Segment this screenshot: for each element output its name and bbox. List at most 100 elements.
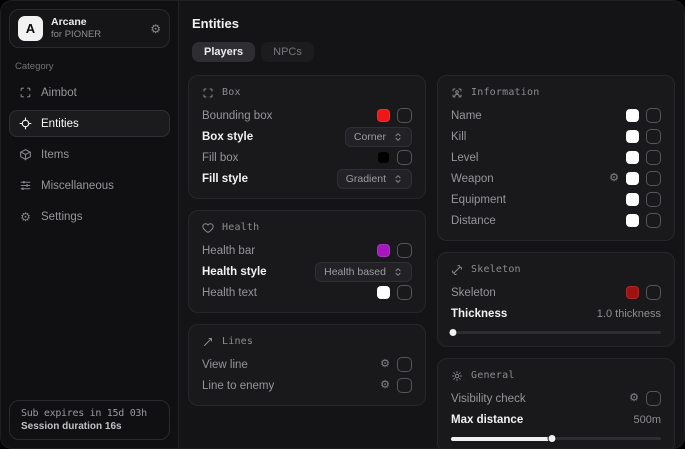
- color-swatch[interactable]: [377, 151, 390, 164]
- sidebar-item-label: Entities: [41, 118, 79, 130]
- health-bar-checkbox[interactable]: [397, 243, 412, 258]
- app-logo: A: [18, 16, 43, 41]
- equipment-checkbox[interactable]: [646, 192, 661, 207]
- sun-icon: [451, 370, 463, 382]
- person-scan-icon: [451, 87, 463, 99]
- tab-players[interactable]: Players: [192, 42, 255, 62]
- level-checkbox[interactable]: [646, 150, 661, 165]
- page-title: Entities: [192, 16, 675, 31]
- thickness-value: 1.0 thickness: [597, 308, 661, 320]
- color-swatch[interactable]: [626, 109, 639, 122]
- distance-checkbox[interactable]: [646, 213, 661, 228]
- row-line-to-enemy: Line to enemy ⚙: [202, 375, 412, 396]
- target-icon: [19, 117, 32, 130]
- view-line-checkbox[interactable]: [397, 357, 412, 372]
- sidebar-nav: Aimbot Entities Items Miscellaneous: [9, 79, 170, 230]
- diagonal-line-icon: [202, 336, 214, 348]
- row-visibility-check: Visibility check ⚙: [451, 388, 661, 409]
- row-max-distance: Max distance 500m: [451, 409, 661, 430]
- card-lines: Lines View line ⚙ Line to enemy ⚙: [188, 324, 426, 406]
- sidebar-item-settings[interactable]: ⚙ Settings: [9, 203, 170, 230]
- tab-npcs[interactable]: NPCs: [261, 42, 314, 62]
- color-swatch[interactable]: [377, 109, 390, 122]
- slider-thumb[interactable]: [449, 328, 458, 337]
- slider-thumb[interactable]: [547, 434, 556, 443]
- kill-checkbox[interactable]: [646, 129, 661, 144]
- row-level: Level: [451, 147, 661, 168]
- color-swatch[interactable]: [626, 193, 639, 206]
- sidebar-item-label: Miscellaneous: [41, 180, 114, 192]
- app-window: A Arcane for PIONER ⚙ Category Aimbot En…: [0, 0, 685, 449]
- bounding-box-icon: [202, 87, 214, 99]
- color-swatch[interactable]: [626, 172, 639, 185]
- sidebar-item-miscellaneous[interactable]: Miscellaneous: [9, 172, 170, 199]
- weapon-gear-icon[interactable]: ⚙: [609, 173, 619, 184]
- bounding-box-checkbox[interactable]: [397, 108, 412, 123]
- row-bounding-box: Bounding box: [202, 105, 412, 126]
- card-information: Information Name Kill: [437, 75, 675, 241]
- card-title: Health: [222, 222, 259, 233]
- slider-fill: [451, 437, 552, 441]
- card-title: Skeleton: [471, 264, 521, 275]
- sidebar-item-label: Settings: [41, 211, 83, 223]
- card-skeleton-header: Skeleton: [451, 262, 661, 277]
- slider-track: [451, 331, 661, 334]
- visibility-check-gear-icon[interactable]: ⚙: [629, 393, 639, 404]
- row-health-text: Health text: [202, 282, 412, 303]
- color-swatch[interactable]: [626, 286, 639, 299]
- card-lines-header: Lines: [202, 334, 412, 349]
- app-name: Arcane: [51, 16, 142, 29]
- color-swatch[interactable]: [626, 214, 639, 227]
- name-checkbox[interactable]: [646, 108, 661, 123]
- view-line-gear-icon[interactable]: ⚙: [380, 359, 390, 370]
- settings-columns: Box Bounding box Box style Corner: [188, 75, 675, 448]
- card-general: General Visibility check ⚙ Max distance …: [437, 358, 675, 448]
- app-subtitle: for PIONER: [51, 29, 142, 41]
- card-skeleton: Skeleton Skeleton Thickness 1.0 thicknes…: [437, 252, 675, 347]
- settings-gear-icon[interactable]: ⚙: [150, 23, 161, 35]
- max-distance-value: 500m: [633, 414, 661, 426]
- line-to-enemy-gear-icon[interactable]: ⚙: [380, 380, 390, 391]
- skeleton-checkbox[interactable]: [646, 285, 661, 300]
- color-swatch[interactable]: [377, 244, 390, 257]
- row-health-bar: Health bar: [202, 240, 412, 261]
- category-label: Category: [15, 61, 164, 72]
- card-health-header: Health: [202, 220, 412, 235]
- card-title: Lines: [222, 336, 253, 347]
- color-swatch[interactable]: [626, 130, 639, 143]
- weapon-checkbox[interactable]: [646, 171, 661, 186]
- brand-card: A Arcane for PIONER ⚙: [9, 9, 170, 48]
- max-distance-slider[interactable]: [451, 434, 661, 443]
- brand-text: Arcane for PIONER: [51, 16, 142, 41]
- row-distance: Distance: [451, 210, 661, 231]
- row-equipment: Equipment: [451, 189, 661, 210]
- sidebar-item-label: Aimbot: [41, 87, 77, 99]
- row-kill: Kill: [451, 126, 661, 147]
- subscription-card: Sub expires in 15d 03h Session duration …: [9, 400, 170, 440]
- session-duration-text: Session duration 16s: [21, 421, 158, 432]
- sidebar: A Arcane for PIONER ⚙ Category Aimbot En…: [1, 1, 179, 448]
- main-content: Entities Players NPCs Box Bounding box: [179, 1, 684, 448]
- sidebar-item-items[interactable]: Items: [9, 141, 170, 168]
- color-swatch[interactable]: [626, 151, 639, 164]
- card-health: Health Health bar Health style Health ba…: [188, 210, 426, 313]
- row-fill-box: Fill box: [202, 147, 412, 168]
- sidebar-item-aimbot[interactable]: Aimbot: [9, 79, 170, 106]
- card-box-header: Box: [202, 85, 412, 100]
- package-icon: [19, 148, 32, 161]
- sidebar-item-entities[interactable]: Entities: [9, 110, 170, 137]
- row-weapon: Weapon ⚙: [451, 168, 661, 189]
- tab-bar: Players NPCs: [192, 42, 675, 62]
- thickness-slider[interactable]: [451, 328, 661, 337]
- card-information-header: Information: [451, 85, 661, 100]
- health-style-dropdown[interactable]: Health based: [315, 262, 412, 282]
- row-fill-style: Fill style Gradient: [202, 168, 412, 189]
- health-text-checkbox[interactable]: [397, 285, 412, 300]
- fill-style-dropdown[interactable]: Gradient: [337, 169, 412, 189]
- color-swatch[interactable]: [377, 286, 390, 299]
- visibility-check-checkbox[interactable]: [646, 391, 661, 406]
- fill-box-checkbox[interactable]: [397, 150, 412, 165]
- box-style-dropdown[interactable]: Corner: [345, 127, 412, 147]
- line-to-enemy-checkbox[interactable]: [397, 378, 412, 393]
- row-view-line: View line ⚙: [202, 354, 412, 375]
